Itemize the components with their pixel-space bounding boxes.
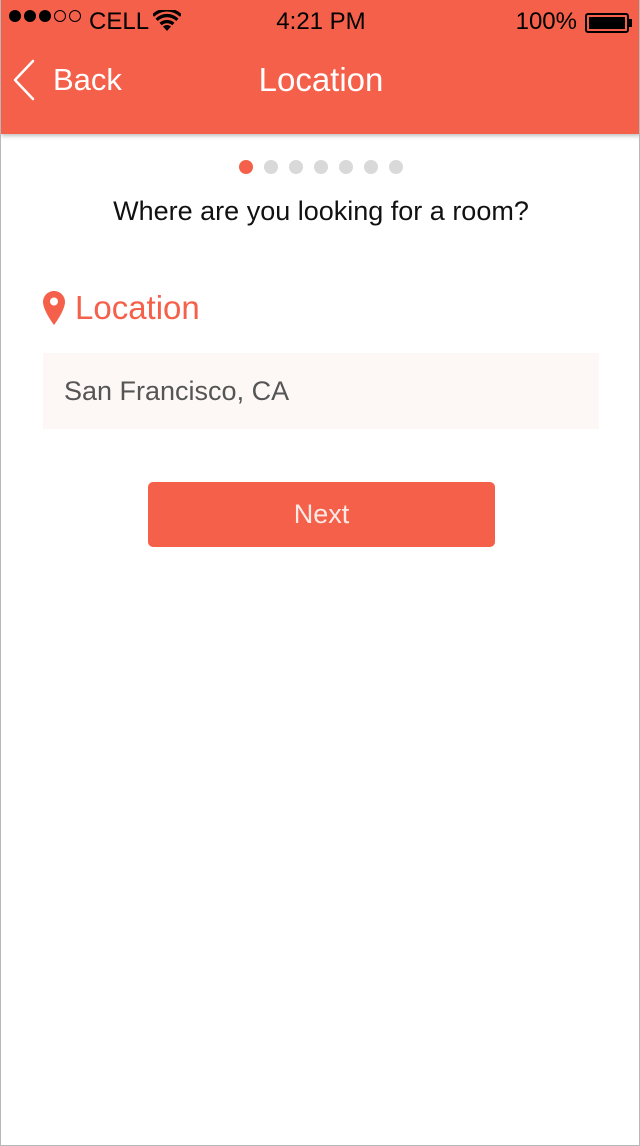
location-label-text: Location [75,289,200,326]
page-title: Location [258,61,384,98]
location-field-label: Location [43,286,200,330]
pager-dot [389,160,403,174]
navigation-bar: Back Location [1,40,639,134]
pager-dot [339,160,353,174]
next-button[interactable]: Next [148,482,495,547]
map-pin-icon [43,291,65,325]
header-bar: CELL 4:21 PM 100% Back Location [1,0,639,134]
pager-dot-active [239,160,253,174]
status-bar: CELL 4:21 PM 100% [1,0,639,40]
battery-icon [585,12,633,33]
pager-dot [364,160,378,174]
location-screen: CELL 4:21 PM 100% Back Location Where ar… [0,0,640,1146]
pager-dot [264,160,278,174]
question-text: Where are you looking for a room? [113,196,529,226]
pager-dot [314,160,328,174]
step-indicator [1,160,639,174]
location-input[interactable] [43,353,599,429]
battery-percentage: 100% [515,8,577,35]
pager-dot [289,160,303,174]
